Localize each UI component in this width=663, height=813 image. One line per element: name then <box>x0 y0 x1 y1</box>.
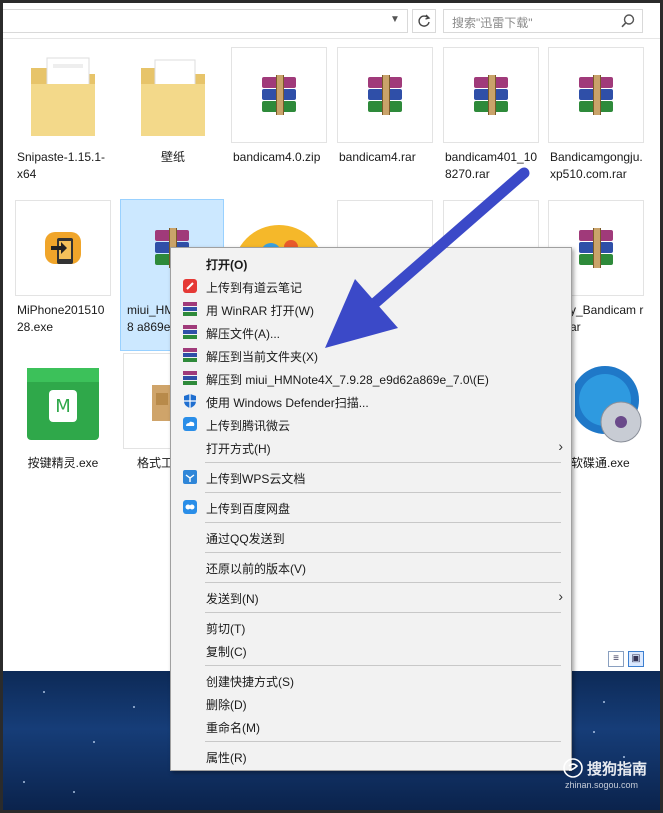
file-name: 壁纸 <box>160 150 185 164</box>
menu-separator <box>205 582 561 583</box>
file-item[interactable]: bandicam4.0.zip <box>231 47 327 166</box>
menu-item-properties[interactable]: 属性(R) <box>173 745 569 767</box>
file-item[interactable]: 壁纸 <box>125 47 221 166</box>
file-name: Snipaste-1.15.1-x64 <box>17 150 106 181</box>
menu-item-send-to[interactable]: 发送到(N) › <box>173 586 569 608</box>
menu-item-cut[interactable]: 剪切(T) <box>173 616 569 638</box>
menu-item-qq-send[interactable]: 通过QQ发送到 <box>173 526 569 548</box>
chevron-right-icon: › <box>558 438 563 454</box>
svg-text:M: M <box>55 396 71 417</box>
wps-cloud-icon <box>183 470 197 484</box>
file-name: bandicam4.0.zip <box>233 150 321 164</box>
menu-separator <box>205 612 561 613</box>
menu-item-baidu-netdisk[interactable]: 上传到百度网盘 <box>173 496 569 518</box>
menu-item-wps-cloud[interactable]: 上传到WPS云文档 <box>173 466 569 488</box>
file-name: MiPhone20151028.exe <box>17 303 105 334</box>
winrar-icon <box>182 347 198 363</box>
menu-item-restore-versions[interactable]: 还原以前的版本(V) <box>173 556 569 578</box>
search-placeholder: 搜索"迅雷下载" <box>452 16 533 30</box>
file-item[interactable]: Snipaste-1.15.1-x64 <box>15 47 111 183</box>
explorer-window: ▼ 搜索"迅雷下载" Snipaste-1.15.1-x64 壁纸 bandic… <box>0 0 663 813</box>
menu-item-extract-here[interactable]: 解压到当前文件夹(X) <box>173 344 569 366</box>
menu-item-open-winrar[interactable]: 用 WinRAR 打开(W) <box>173 298 569 320</box>
menu-separator <box>205 462 561 463</box>
chevron-right-icon: › <box>558 588 563 604</box>
winrar-archive-icon <box>231 47 327 143</box>
menu-separator <box>205 492 561 493</box>
menu-item-extract-to-folder[interactable]: 解压到 miui_HMNote4X_7.9.28_e9d62a869e_7.0\… <box>173 367 569 389</box>
file-item[interactable]: M 按键精灵.exe <box>15 353 111 472</box>
menu-item-open-with[interactable]: 打开方式(H) › <box>173 436 569 458</box>
watermark-name: 搜狗指南 <box>587 761 648 778</box>
folder-icon <box>15 47 111 143</box>
menu-separator <box>205 741 561 742</box>
winrar-archive-icon <box>548 47 644 143</box>
details-view-icon[interactable]: ≡ <box>608 651 624 667</box>
winrar-archive-icon <box>443 47 539 143</box>
search-icon[interactable] <box>620 13 636 29</box>
file-item[interactable]: bandicam401_108270.rar <box>443 47 539 183</box>
menu-item-weiyun[interactable]: 上传到腾讯微云 <box>173 413 569 435</box>
defender-shield-icon <box>184 394 196 408</box>
sogou-logo-icon <box>563 758 583 778</box>
refresh-button[interactable] <box>412 9 436 33</box>
anjian-app-icon: M <box>15 353 111 449</box>
miphone-app-icon <box>15 200 111 296</box>
youdao-note-icon <box>183 279 197 293</box>
menu-item-copy[interactable]: 复制(C) <box>173 639 569 661</box>
winrar-icon <box>182 370 198 386</box>
refresh-icon <box>418 14 431 27</box>
menu-item-create-shortcut[interactable]: 创建快捷方式(S) <box>173 669 569 691</box>
file-item[interactable]: bandicam4.rar <box>337 47 433 166</box>
view-switcher: ≡ ▣ <box>608 651 644 667</box>
address-bar[interactable] <box>3 9 408 33</box>
file-item[interactable]: MiPhone20151028.exe <box>15 200 111 336</box>
weiyun-cloud-icon <box>183 417 197 431</box>
menu-item-defender[interactable]: 使用 Windows Defender扫描... <box>173 390 569 412</box>
file-item[interactable]: Bandicamgongju.xp510.com.rar <box>548 47 644 183</box>
menu-item-extract-files[interactable]: 解压文件(A)... <box>173 321 569 343</box>
menu-separator <box>205 665 561 666</box>
file-name: Bandicamgongju.xp510.com.rar <box>550 150 643 181</box>
baidu-netdisk-icon <box>183 500 197 514</box>
winrar-icon <box>182 301 198 317</box>
menu-separator <box>205 522 561 523</box>
menu-item-open[interactable]: 打开(O) <box>173 252 569 274</box>
file-name: 按键精灵.exe <box>27 456 99 470</box>
menu-item-youdao[interactable]: 上传到有道云笔记 <box>173 275 569 297</box>
folder-icon <box>125 47 221 143</box>
context-menu: 打开(O) 上传到有道云笔记 用 WinRAR 打开(W) 解压文件(A)...… <box>170 247 572 771</box>
file-name: bandicam4.rar <box>339 150 416 164</box>
menu-separator <box>205 552 561 553</box>
large-icons-view-icon[interactable]: ▣ <box>628 651 644 667</box>
chevron-down-icon[interactable]: ▼ <box>390 14 400 25</box>
search-input[interactable]: 搜索"迅雷下载" <box>443 9 643 33</box>
winrar-archive-icon <box>337 47 433 143</box>
menu-item-rename[interactable]: 重命名(M) <box>173 715 569 737</box>
toolbar: ▼ 搜索"迅雷下载" <box>3 3 660 39</box>
watermark-url: zhinan.sogou.com <box>565 780 639 790</box>
winrar-icon <box>182 324 198 340</box>
file-name: bandicam401_108270.rar <box>445 150 538 181</box>
menu-item-delete[interactable]: 删除(D) <box>173 692 569 714</box>
